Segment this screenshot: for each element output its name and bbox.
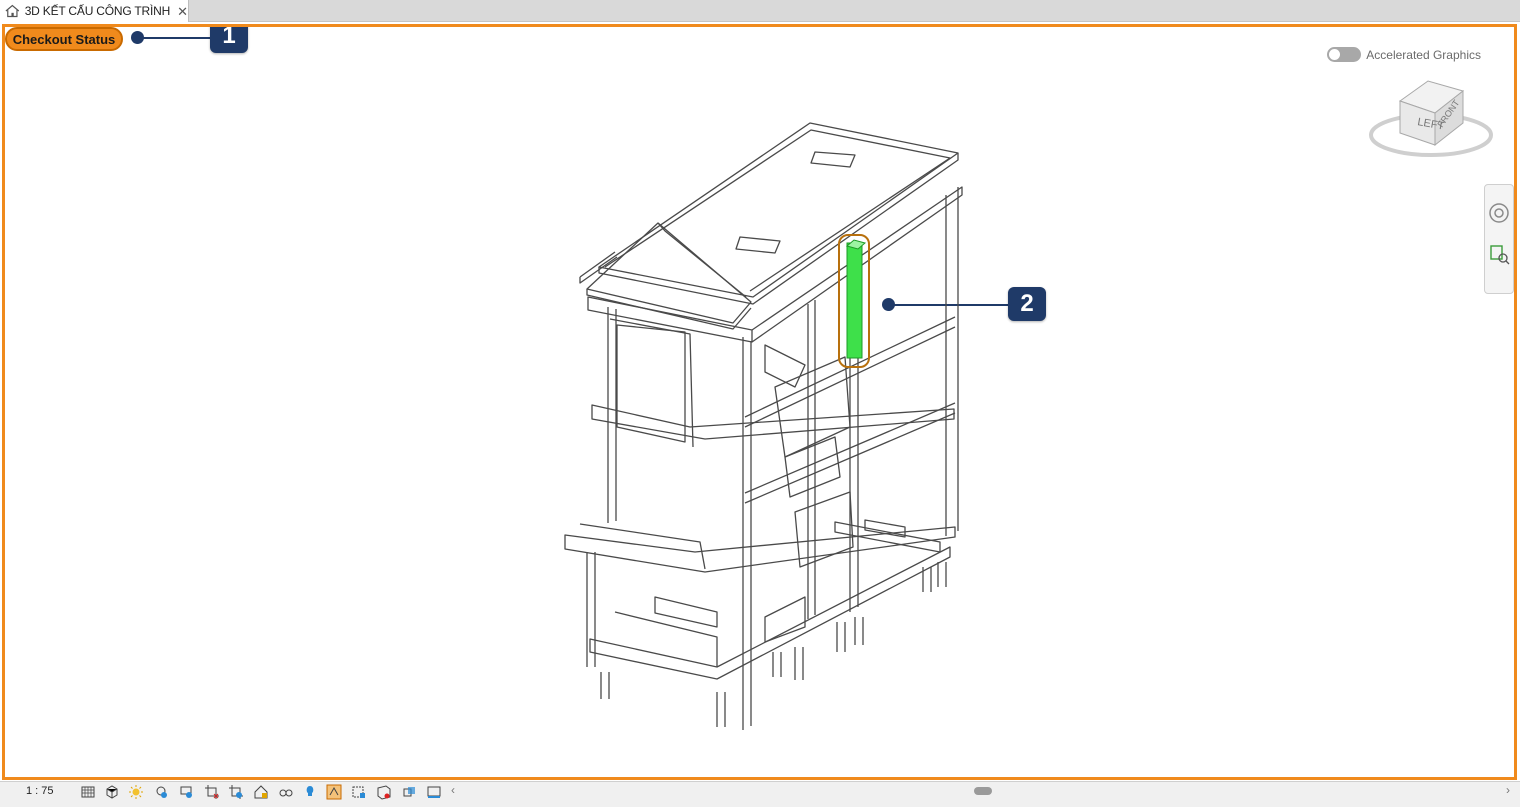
zoom-region-icon[interactable] [1485, 241, 1513, 269]
3d-viewport[interactable]: Checkout Status 1 2 Accelerated Graphics [2, 24, 1517, 780]
home-icon [5, 4, 20, 18]
navigation-bar [1484, 184, 1514, 294]
view-control-bar: 1 : 75 ‹ › [0, 781, 1520, 807]
reveal-constraints-icon[interactable] [426, 784, 442, 800]
3d-structural-model[interactable] [5, 27, 1514, 777]
temporary-view-properties-icon[interactable] [351, 784, 367, 800]
temporary-hide-icon[interactable] [278, 784, 294, 800]
scroll-right-icon[interactable]: › [1506, 783, 1510, 797]
render-icon[interactable] [178, 784, 194, 800]
highlight-displacement-icon[interactable] [401, 784, 417, 800]
shadows-icon[interactable] [154, 784, 170, 800]
worksharing-display-icon[interactable] [326, 784, 342, 800]
steering-wheel-icon[interactable] [1485, 199, 1513, 227]
close-tab-icon[interactable]: ✕ [177, 5, 188, 18]
sun-path-icon[interactable] [128, 784, 144, 800]
visual-style-icon[interactable] [104, 784, 120, 800]
reveal-hidden-icon[interactable] [302, 784, 318, 800]
view-scale[interactable]: 1 : 75 [26, 785, 54, 797]
view-tab-3d-ket-cau[interactable]: 3D KẾT CẤU CÔNG TRÌNH ✕ [0, 0, 189, 22]
view-tab-title: 3D KẾT CẤU CÔNG TRÌNH [24, 4, 171, 18]
unlock-3d-view-icon[interactable] [253, 784, 269, 800]
horizontal-scrollbar-thumb[interactable] [974, 787, 992, 795]
scroll-left-icon[interactable]: ‹ [451, 783, 455, 797]
show-crop-region-icon[interactable] [228, 784, 244, 800]
show-analytical-model-icon[interactable] [376, 784, 392, 800]
crop-view-icon[interactable] [204, 784, 220, 800]
detail-level-icon[interactable] [80, 784, 96, 800]
viewcube-widget[interactable]: LEFT FRONT [1365, 73, 1495, 168]
view-tab-bar: 3D KẾT CẤU CÔNG TRÌNH ✕ [0, 0, 1520, 22]
